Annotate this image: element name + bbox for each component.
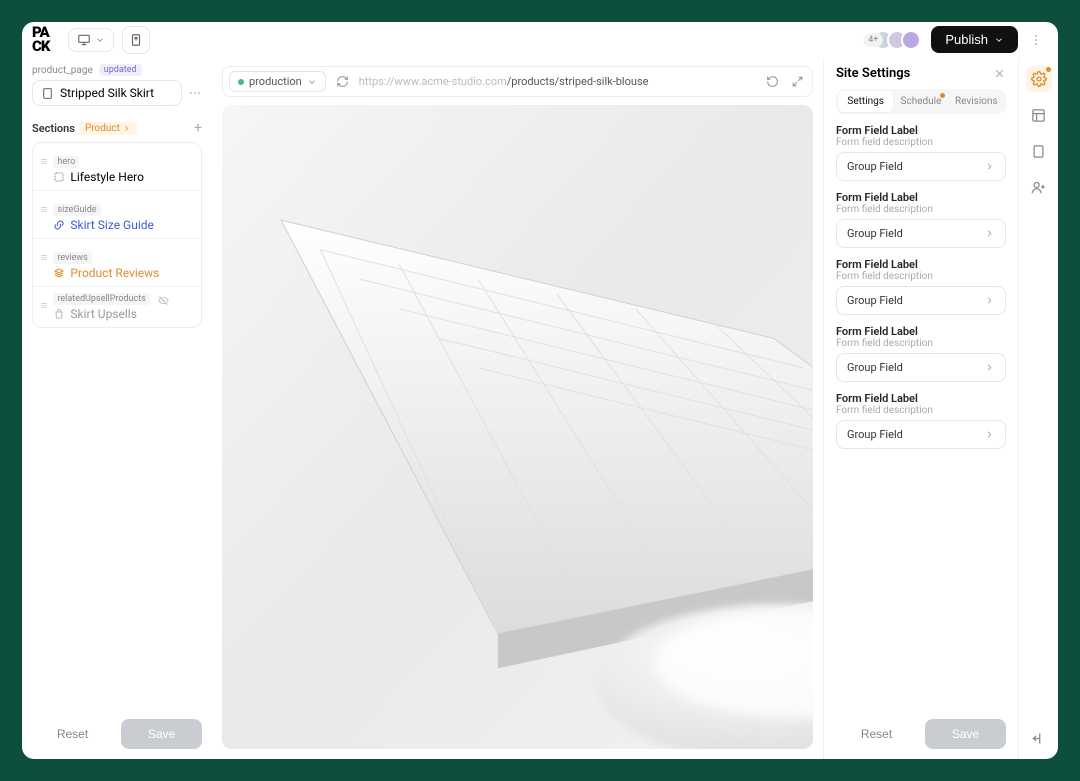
chevron-right-icon xyxy=(122,124,131,133)
monitor-icon xyxy=(77,33,91,47)
chevron-right-icon xyxy=(984,228,995,239)
settings-save-button[interactable]: Save xyxy=(925,719,1006,749)
status-badge: updated xyxy=(99,64,142,76)
drag-handle[interactable]: ≡ xyxy=(41,155,47,168)
url-display: https://www.acme-studio.com/products/str… xyxy=(359,75,756,88)
bag-icon xyxy=(53,308,65,320)
more-menu[interactable] xyxy=(1024,28,1048,52)
group-field[interactable]: Group Field xyxy=(836,219,1006,248)
layout-icon xyxy=(1031,108,1046,123)
add-section[interactable]: + xyxy=(194,120,202,136)
rail-collapse[interactable] xyxy=(1026,725,1052,751)
status-dot xyxy=(238,79,244,85)
dots-icon xyxy=(188,86,202,100)
collapse-icon xyxy=(1031,731,1046,746)
section-item[interactable]: ≡ reviews Product Reviews xyxy=(33,239,201,287)
export-button[interactable] xyxy=(122,26,150,54)
chevron-down-icon xyxy=(307,77,317,87)
close-button[interactable] xyxy=(993,67,1006,80)
eye-off-icon xyxy=(158,295,169,306)
tab-schedule[interactable]: Schedule xyxy=(893,91,948,112)
avatar-overflow: 4+ xyxy=(863,33,883,47)
drag-handle[interactable]: ≡ xyxy=(41,251,47,264)
avatar xyxy=(901,30,921,50)
reset-button[interactable]: Reset xyxy=(32,719,113,749)
group-field[interactable]: Group Field xyxy=(836,286,1006,315)
chevron-right-icon xyxy=(984,362,995,373)
page-more[interactable] xyxy=(188,86,202,100)
file-export-icon xyxy=(129,33,143,47)
group-field[interactable]: Group Field xyxy=(836,353,1006,382)
rail-settings[interactable] xyxy=(1026,66,1052,92)
page-title-field[interactable]: Stripped Silk Skirt xyxy=(32,80,182,106)
page-slug: product_page xyxy=(32,65,93,76)
section-item[interactable]: ≡ hero Lifestyle Hero xyxy=(33,143,201,191)
product-chip[interactable]: Product xyxy=(79,122,137,135)
group-field[interactable]: Group Field xyxy=(836,152,1006,181)
save-button[interactable]: Save xyxy=(121,719,202,749)
notification-dot xyxy=(940,93,945,98)
settings-reset-button[interactable]: Reset xyxy=(836,719,917,749)
settings-title: Site Settings xyxy=(836,66,910,81)
page-icon xyxy=(41,87,54,100)
square-dashed-icon xyxy=(53,171,65,183)
expand-button[interactable] xyxy=(789,73,806,90)
chevron-right-icon xyxy=(984,295,995,306)
user-plus-icon xyxy=(1031,180,1046,195)
tab-settings[interactable]: Settings xyxy=(838,91,893,112)
sections-label: Sections xyxy=(32,122,75,135)
tab-revisions[interactable]: Revisions xyxy=(949,91,1004,112)
stack-icon xyxy=(53,267,65,279)
group-field[interactable]: Group Field xyxy=(836,420,1006,449)
section-item[interactable]: ≡ relatedUpsellProducts Skirt Upsells xyxy=(33,287,201,327)
sync-icon[interactable] xyxy=(334,73,351,90)
rail-page[interactable] xyxy=(1026,138,1052,164)
rail-users[interactable] xyxy=(1026,174,1052,200)
env-select[interactable]: production xyxy=(229,71,326,92)
drag-handle[interactable]: ≡ xyxy=(41,299,47,312)
publish-button[interactable]: Publish xyxy=(931,26,1018,53)
link-icon xyxy=(53,219,65,231)
collaborators[interactable]: 4+ xyxy=(863,30,921,50)
chevron-down-icon xyxy=(994,35,1004,45)
gear-icon xyxy=(1031,71,1047,87)
kebab-icon xyxy=(1029,33,1043,47)
reload-button[interactable] xyxy=(764,73,781,90)
notification-dot xyxy=(1046,67,1051,72)
section-item[interactable]: ≡ sizeGuide Skirt Size Guide xyxy=(33,191,201,239)
logo: PACK xyxy=(32,26,58,53)
chevron-right-icon xyxy=(984,161,995,172)
page-icon xyxy=(1031,144,1046,159)
chevron-down-icon xyxy=(95,35,105,45)
rail-layout[interactable] xyxy=(1026,102,1052,128)
chevron-right-icon xyxy=(984,429,995,440)
device-select[interactable] xyxy=(68,28,114,52)
close-icon xyxy=(993,67,1006,80)
drag-handle[interactable]: ≡ xyxy=(41,203,47,216)
preview-canvas xyxy=(222,105,813,749)
